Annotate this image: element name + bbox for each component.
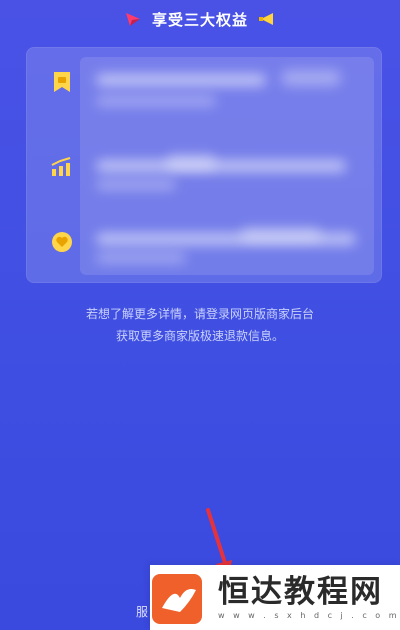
benefit-row-3	[26, 207, 382, 277]
send-arrow-icon	[125, 13, 140, 26]
benefits-card	[26, 47, 382, 283]
benefit-1-text-blurred	[96, 74, 266, 86]
benefit-2-text-blurred	[96, 160, 346, 172]
benefit-3-subtext-blurred	[96, 253, 186, 263]
info-text: 若想了解更多详情，请登录网页版商家后台 获取更多商家版极速退款信息。	[0, 303, 400, 347]
watermark-text: 恒达教程网 w w w . s x h d c j . c o m	[218, 575, 400, 620]
info-line-1: 若想了解更多详情，请登录网页版商家后台	[85, 307, 314, 321]
benefit-2-highlight-blurred	[166, 154, 216, 170]
benefit-row-2	[26, 132, 382, 202]
footer-service-text[interactable]: 服	[136, 603, 148, 620]
benefit-row-1	[26, 52, 382, 122]
benefit-2-subtext-blurred	[96, 180, 176, 190]
watermark-logo-icon	[152, 573, 202, 624]
megaphone-icon	[259, 13, 273, 25]
benefit-1-highlight-blurred	[281, 70, 341, 86]
badge-bookmark-icon	[49, 69, 75, 95]
watermark-banner: 恒达教程网 w w w . s x h d c j . c o m	[150, 565, 400, 630]
growth-chart-icon	[49, 154, 75, 180]
watermark-url: w w w . s x h d c j . c o m	[218, 611, 400, 620]
benefit-3-highlight-blurred	[241, 227, 321, 241]
info-line-2: 获取更多商家版极速退款信息。	[115, 329, 284, 343]
watermark-title: 恒达教程网	[218, 574, 383, 610]
heart-badge-icon	[49, 229, 75, 255]
benefits-title: 享受三大权益	[151, 10, 248, 29]
benefit-1-subtext-blurred	[96, 96, 216, 106]
benefits-header: 享受三大权益	[0, 8, 400, 30]
